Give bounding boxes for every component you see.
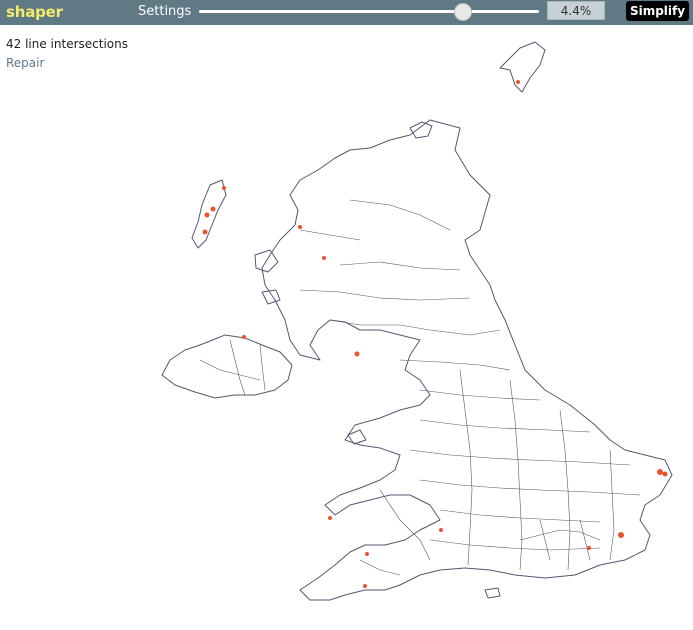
internal-boundary xyxy=(229,339,246,396)
internal-boundary xyxy=(539,519,551,561)
intersection-marker xyxy=(365,552,369,556)
internal-boundary xyxy=(439,509,601,523)
settings-button[interactable]: Settings xyxy=(138,0,191,25)
intersection-marker xyxy=(354,351,360,357)
internal-boundary xyxy=(429,539,601,551)
simplify-slider-handle[interactable] xyxy=(454,3,472,21)
internal-boundary xyxy=(519,529,601,541)
internal-boundary xyxy=(349,199,451,231)
great-britain-outline xyxy=(261,119,673,601)
internal-boundary xyxy=(459,369,473,566)
internal-boundary xyxy=(339,261,461,271)
internal-boundary xyxy=(359,559,401,576)
internal-boundary xyxy=(379,489,431,561)
orkney-outline xyxy=(409,121,433,139)
internal-boundary xyxy=(399,359,511,371)
simplify-percent-input[interactable]: 4.4% xyxy=(547,1,605,20)
isle-of-mull-outline xyxy=(261,289,281,305)
intersection-marker xyxy=(363,584,367,588)
intersection-marker xyxy=(298,225,302,229)
internal-boundary xyxy=(609,449,615,561)
simplify-slider-track[interactable] xyxy=(199,10,539,13)
shetland-outline xyxy=(499,41,546,93)
intersection-marker xyxy=(657,469,663,475)
intersection-marker xyxy=(618,532,624,538)
logo-text-shaper: shaper xyxy=(6,3,63,21)
intersection-marker xyxy=(242,335,246,339)
internal-boundary xyxy=(419,419,591,433)
northern-ireland-outline xyxy=(161,334,293,399)
intersection-marker xyxy=(202,229,208,235)
intersection-marker xyxy=(516,80,520,84)
internal-boundary xyxy=(299,289,471,301)
intersection-marker xyxy=(222,186,226,190)
isle-of-wight-outline xyxy=(484,587,501,599)
intersection-marker xyxy=(204,212,210,218)
intersection-marker xyxy=(322,256,326,260)
top-toolbar: map shaper Settings 4.4% Simplify xyxy=(0,0,693,46)
uk-map-canvas[interactable] xyxy=(0,25,693,630)
internal-boundary xyxy=(559,409,571,571)
internal-boundary xyxy=(419,389,541,401)
internal-boundary xyxy=(199,359,261,381)
simplify-button[interactable]: Simplify xyxy=(626,1,689,21)
internal-boundary xyxy=(299,229,361,241)
intersection-marker xyxy=(587,546,591,550)
internal-boundary xyxy=(419,479,641,496)
intersection-marker xyxy=(662,471,668,477)
mapshaper-logo[interactable]: map shaper xyxy=(6,0,63,46)
internal-boundary xyxy=(409,449,631,466)
internal-boundary xyxy=(509,379,523,571)
internal-boundary xyxy=(259,344,266,391)
intersection-marker xyxy=(210,206,216,212)
intersection-marker xyxy=(328,516,332,520)
internal-boundary xyxy=(579,519,591,561)
intersection-marker xyxy=(439,528,443,532)
